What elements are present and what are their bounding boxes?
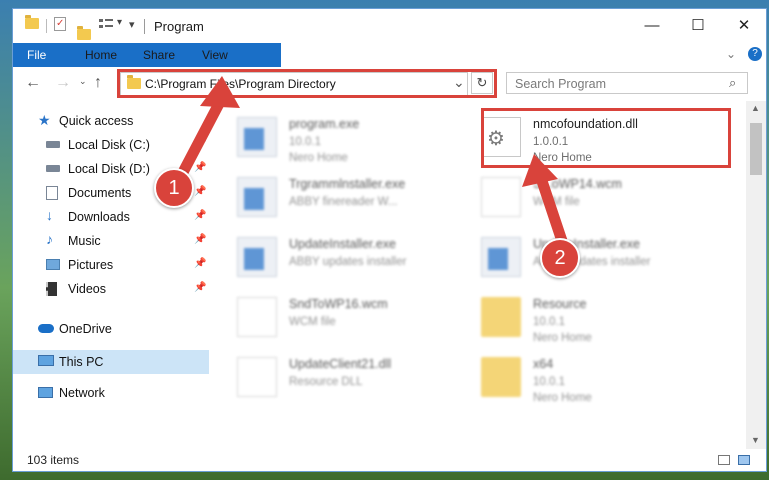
- callout-arrowhead-2: [522, 154, 558, 187]
- callout-arrows: [174, 76, 571, 256]
- callout-badge-2: 2: [540, 238, 580, 278]
- callout-badge-1: 1: [154, 168, 194, 208]
- callout-arrowhead-1: [200, 76, 240, 108]
- callout-arrow-1: [174, 92, 228, 184]
